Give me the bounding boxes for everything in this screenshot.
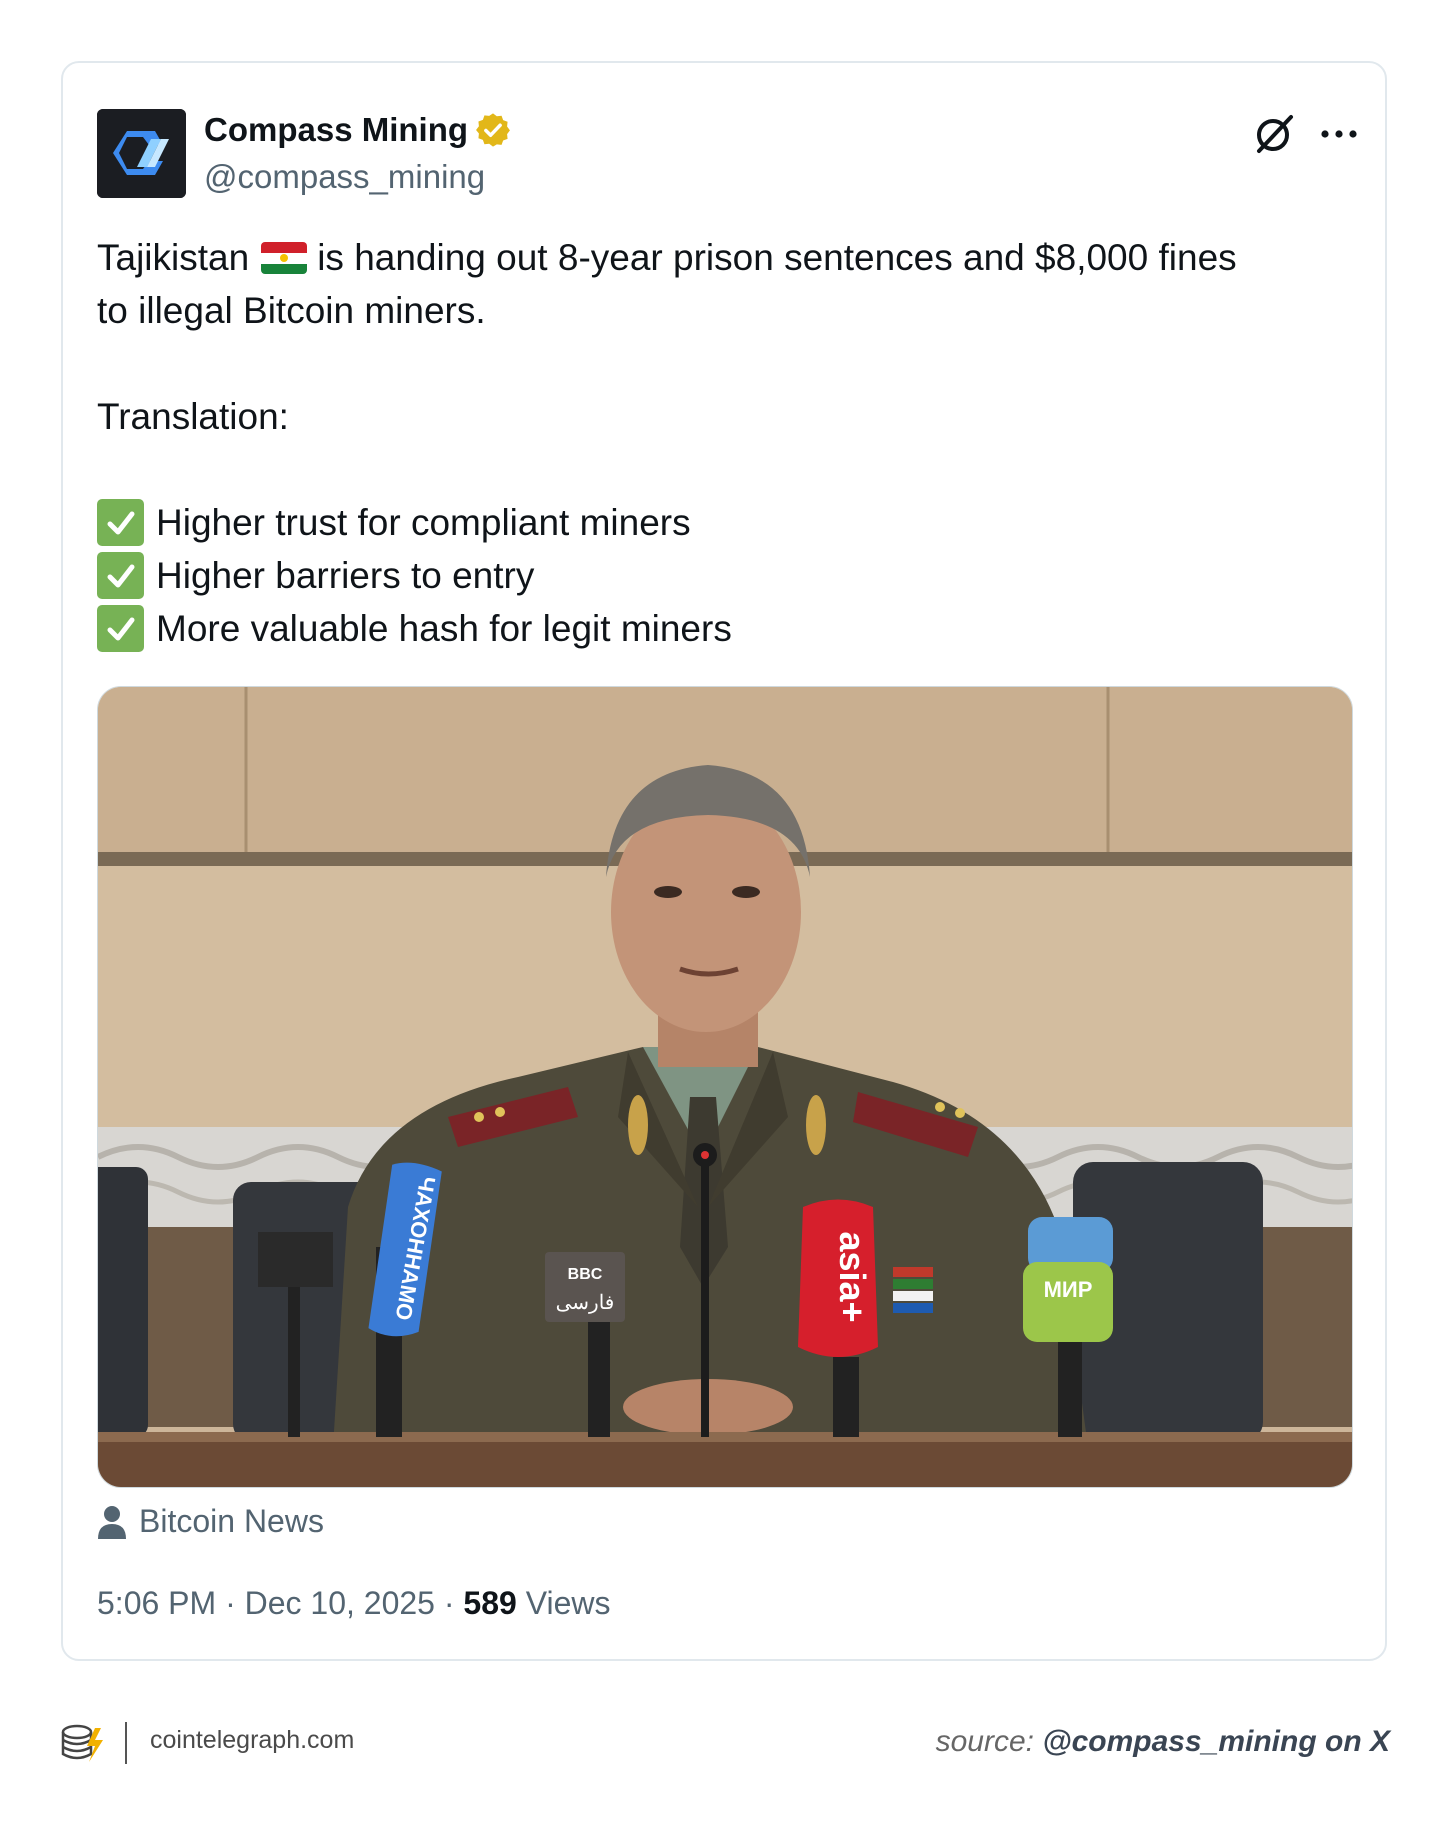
author-name[interactable]: Compass Mining <box>204 111 468 149</box>
mic-label-4: МИР <box>1044 1277 1093 1302</box>
person-icon <box>98 1505 126 1539</box>
views-label: Views <box>525 1585 611 1621</box>
mic-label-2-top: BBC <box>568 1266 603 1283</box>
author-handle[interactable]: @compass_mining <box>204 158 485 196</box>
footer-divider <box>125 1722 127 1764</box>
tweet-line-2: to illegal Bitcoin miners. <box>97 290 486 331</box>
mic-label-3: asia+ <box>832 1231 873 1322</box>
tweet-line-translation: Translation: <box>97 396 289 437</box>
check-mark-icon <box>97 605 144 652</box>
tweet-body: Tajikistan is handing out 8-year prison … <box>97 231 1357 655</box>
media-credit[interactable]: Bitcoin News <box>97 1503 324 1540</box>
tweet-line-1: Tajikistan is handing out 8-year prison … <box>97 231 1357 284</box>
source-prefix: source: <box>935 1725 1034 1758</box>
tweet-date[interactable]: Dec 10, 2025 <box>245 1585 435 1621</box>
checklist-text: Higher barriers to entry <box>156 555 535 596</box>
tweet-text-country: Tajikistan <box>97 237 250 278</box>
press-conference-photo: ЧАХОННАМО BBC فارسی asia+ МИР <box>98 687 1352 1487</box>
compass-mining-logo-icon <box>97 109 186 198</box>
tweet-card: Compass Mining @compass_mining Tajikista… <box>61 61 1387 1661</box>
separator-dot: · <box>225 1585 236 1621</box>
check-mark-icon <box>97 552 144 599</box>
footer-source: source: @compass_mining on X <box>936 1725 1390 1759</box>
cointelegraph-logo-icon <box>61 1724 103 1762</box>
mic-label-2-bottom: فارسی <box>556 1292 615 1314</box>
tweet-media-photo[interactable]: ЧАХОННАМО BBC فارسی asia+ МИР <box>97 686 1353 1488</box>
verified-badge-icon <box>476 113 510 147</box>
checklist-item: Higher barriers to entry <box>97 549 1357 602</box>
grok-icon[interactable] <box>1251 111 1297 157</box>
media-credit-label: Bitcoin News <box>139 1503 324 1539</box>
check-mark-icon <box>97 499 144 546</box>
author-avatar[interactable] <box>97 109 186 198</box>
tweet-text-main: is handing out 8-year prison sentences a… <box>317 237 1237 278</box>
separator-dot: · <box>443 1585 455 1621</box>
checklist-item: Higher trust for compliant miners <box>97 496 1357 549</box>
tajikistan-flag-icon <box>261 241 308 274</box>
footer-site-name[interactable]: cointelegraph.com <box>150 1726 354 1755</box>
views-count: 589 <box>463 1585 517 1621</box>
checklist-text: More valuable hash for legit miners <box>156 608 732 649</box>
tweet-metadata: 5:06 PM · Dec 10, 2025 · 589 Views <box>97 1585 610 1622</box>
checklist-item: More valuable hash for legit miners <box>97 602 1357 655</box>
tweet-time[interactable]: 5:06 PM <box>97 1585 216 1621</box>
more-options-icon[interactable] <box>1317 119 1361 149</box>
checklist-text: Higher trust for compliant miners <box>156 502 691 543</box>
source-handle: @compass_mining on X <box>1042 1725 1390 1758</box>
